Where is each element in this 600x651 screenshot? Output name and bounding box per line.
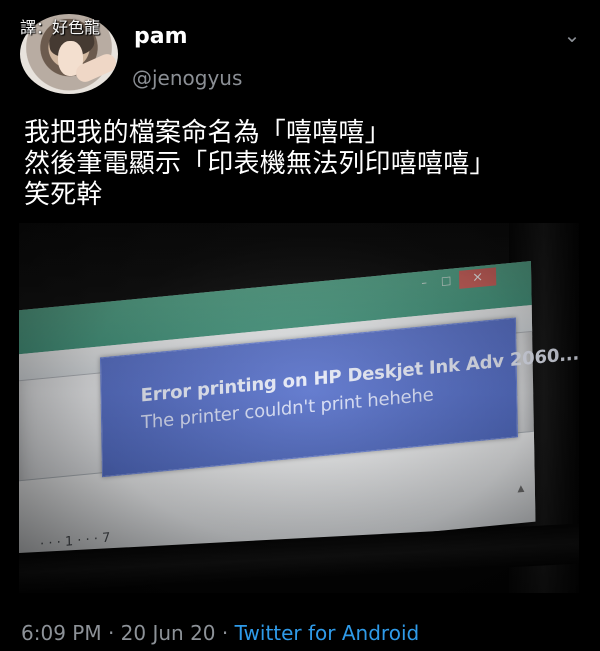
minimize-icon[interactable]: – bbox=[414, 276, 434, 290]
maximize-icon[interactable]: □ bbox=[436, 273, 456, 289]
chevron-down-icon[interactable]: ⌄ bbox=[562, 25, 582, 45]
tweet-line-1: 我把我的檔案命名為「嘻嘻嘻」 bbox=[24, 118, 391, 148]
close-window-icon[interactable]: × bbox=[458, 267, 497, 289]
tweet-metadata: 6:09 PM · 20 Jun 20 · Twitter for Androi… bbox=[21, 621, 419, 645]
tweet-time[interactable]: 6:09 PM bbox=[21, 621, 102, 645]
tweet-screenshot: 譯：好色龍 pam @jenogyus ⌄ 我把我的檔案命名為「嘻嘻嘻」 然後筆… bbox=[0, 0, 600, 651]
tweet-text: 我把我的檔案命名為「嘻嘻嘻」 然後筆電顯示「印表機無法列印嘻嘻嘻」 笑死幹 bbox=[24, 118, 584, 211]
metadata-separator: · bbox=[101, 621, 121, 645]
tweet-line-3: 笑死幹 bbox=[24, 180, 103, 210]
tweet-date[interactable]: 20 Jun 20 bbox=[121, 621, 216, 645]
translator-watermark: 譯：好色龍 bbox=[20, 18, 101, 37]
tweet-line-2: 然後筆電顯示「印表機無法列印嘻嘻嘻」 bbox=[24, 149, 496, 179]
scroll-up-icon[interactable]: ▲ bbox=[515, 482, 527, 495]
tweet-photo[interactable]: – □ × · · · 1 · · · 7 x ▲ Error printing… bbox=[19, 223, 579, 593]
username-handle[interactable]: @jenogyus bbox=[132, 66, 242, 90]
tweet-source-link[interactable]: Twitter for Android bbox=[235, 621, 420, 645]
laptop-screen: – □ × · · · 1 · · · 7 x ▲ Error printing… bbox=[19, 261, 579, 572]
metadata-separator: · bbox=[215, 621, 235, 645]
display-name[interactable]: pam bbox=[134, 25, 188, 49]
